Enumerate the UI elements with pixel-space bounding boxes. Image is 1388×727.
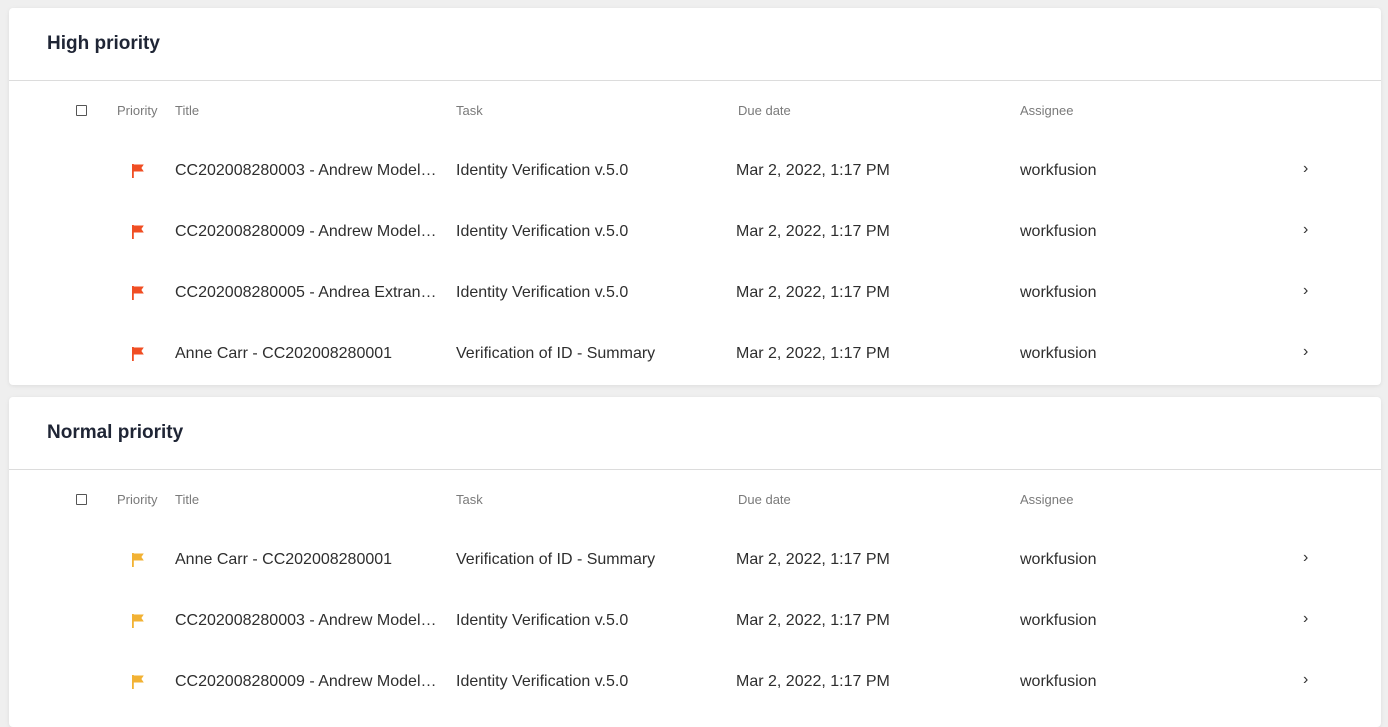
task-name: Identity Verification v.5.0 bbox=[456, 284, 629, 301]
assignee: workfusion bbox=[1020, 673, 1097, 690]
due-date: Mar 2, 2022, 1:17 PM bbox=[736, 612, 890, 629]
task-name: Verification of ID - Summary bbox=[456, 551, 656, 568]
table-row[interactable]: CC202008280003 - Andrew Model Extranea I… bbox=[9, 141, 1381, 202]
assignee: workfusion bbox=[1020, 612, 1097, 629]
chevron-right-icon[interactable]: › bbox=[1303, 344, 1317, 360]
select-all-checkbox[interactable] bbox=[76, 494, 87, 505]
task-name: Identity Verification v.5.0 bbox=[456, 673, 629, 690]
section-title: Normal priority bbox=[47, 422, 184, 443]
chevron-right-icon[interactable]: › bbox=[1303, 283, 1317, 299]
due-date: Mar 2, 2022, 1:17 PM bbox=[736, 162, 890, 179]
column-header-task[interactable]: Task bbox=[456, 492, 483, 507]
task-title: CC202008280005 - Andrea Extranea Model bbox=[175, 284, 439, 301]
column-header-task[interactable]: Task bbox=[456, 103, 483, 118]
assignee: workfusion bbox=[1020, 345, 1097, 362]
column-header-assignee[interactable]: Assignee bbox=[1020, 103, 1073, 118]
assignee: workfusion bbox=[1020, 162, 1097, 179]
table-row[interactable]: Anne Carr - CC202008280001 Verification … bbox=[9, 530, 1381, 591]
table-row[interactable]: CC202008280009 - Andrew Model Extranea I… bbox=[9, 652, 1381, 713]
task-title: CC202008280009 - Andrew Model Extranea bbox=[175, 673, 439, 690]
column-header-priority[interactable]: Priority bbox=[117, 103, 157, 118]
column-header-title[interactable]: Title bbox=[175, 103, 199, 118]
flag-icon bbox=[132, 614, 144, 628]
chevron-right-icon[interactable]: › bbox=[1303, 161, 1317, 177]
flag-icon bbox=[132, 347, 144, 361]
assignee: workfusion bbox=[1020, 284, 1097, 301]
due-date: Mar 2, 2022, 1:17 PM bbox=[736, 551, 890, 568]
section-header: Normal priority bbox=[9, 397, 1381, 470]
section-title: High priority bbox=[47, 33, 160, 54]
task-name: Identity Verification v.5.0 bbox=[456, 223, 629, 240]
due-date: Mar 2, 2022, 1:17 PM bbox=[736, 673, 890, 690]
task-title: CC202008280003 - Andrew Model Extranea bbox=[175, 612, 439, 629]
table-row[interactable]: CC202008280005 - Andrea Extranea Model I… bbox=[9, 263, 1381, 324]
column-header-due-date[interactable]: Due date bbox=[738, 492, 791, 507]
flag-icon bbox=[132, 553, 144, 567]
task-title: CC202008280003 - Andrew Model Extranea bbox=[175, 162, 439, 179]
task-name: Identity Verification v.5.0 bbox=[456, 162, 629, 179]
assignee: workfusion bbox=[1020, 551, 1097, 568]
column-header-priority[interactable]: Priority bbox=[117, 492, 157, 507]
chevron-right-icon[interactable]: › bbox=[1303, 672, 1317, 688]
column-header-due-date[interactable]: Due date bbox=[738, 103, 791, 118]
table-header: Priority Title Task Due date Assignee bbox=[9, 470, 1381, 530]
assignee: workfusion bbox=[1020, 223, 1097, 240]
flag-icon bbox=[132, 286, 144, 300]
chevron-right-icon[interactable]: › bbox=[1303, 550, 1317, 566]
chevron-right-icon[interactable]: › bbox=[1303, 611, 1317, 627]
select-all-checkbox[interactable] bbox=[76, 105, 87, 116]
flag-icon bbox=[132, 225, 144, 239]
high-priority-section: High priority Priority Title Task Due da… bbox=[9, 8, 1381, 385]
task-name: Verification of ID - Summary bbox=[456, 345, 656, 362]
section-header: High priority bbox=[9, 8, 1381, 81]
column-header-assignee[interactable]: Assignee bbox=[1020, 492, 1073, 507]
table-header: Priority Title Task Due date Assignee bbox=[9, 81, 1381, 141]
flag-icon bbox=[132, 164, 144, 178]
flag-icon bbox=[132, 675, 144, 689]
task-name: Identity Verification v.5.0 bbox=[456, 612, 629, 629]
column-header-title[interactable]: Title bbox=[175, 492, 199, 507]
normal-priority-section: Normal priority Priority Title Task Due … bbox=[9, 397, 1381, 727]
task-title: Anne Carr - CC202008280001 bbox=[175, 551, 393, 568]
due-date: Mar 2, 2022, 1:17 PM bbox=[736, 223, 890, 240]
table-row[interactable]: Anne Carr - CC202008280001 Verification … bbox=[9, 324, 1381, 385]
task-title: CC202008280009 - Andrew Model Extranea bbox=[175, 223, 439, 240]
table-row[interactable]: CC202008280009 - Andrew Model Extranea I… bbox=[9, 202, 1381, 263]
task-title: Anne Carr - CC202008280001 bbox=[175, 345, 393, 362]
due-date: Mar 2, 2022, 1:17 PM bbox=[736, 345, 890, 362]
chevron-right-icon[interactable]: › bbox=[1303, 222, 1317, 238]
table-row[interactable]: CC202008280003 - Andrew Model Extranea I… bbox=[9, 591, 1381, 652]
due-date: Mar 2, 2022, 1:17 PM bbox=[736, 284, 890, 301]
